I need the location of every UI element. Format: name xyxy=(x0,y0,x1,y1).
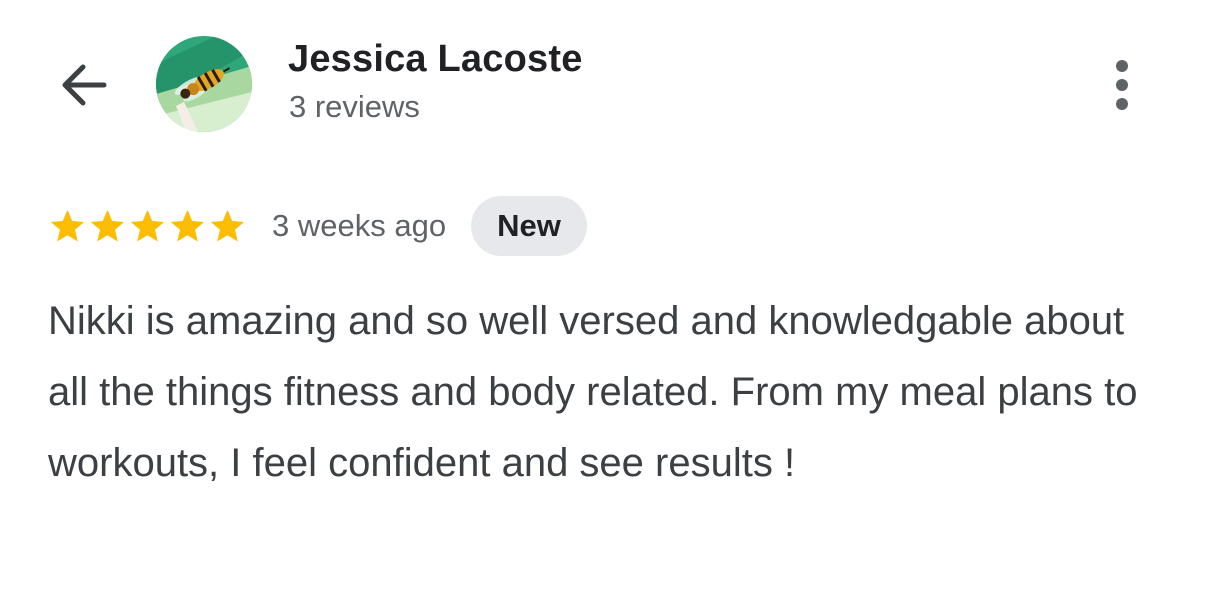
star-icon xyxy=(210,209,245,241)
star-rating xyxy=(48,207,247,246)
star-icon xyxy=(170,209,205,241)
review-time: 3 weeks ago xyxy=(272,208,447,243)
back-button[interactable] xyxy=(54,58,112,112)
avatar[interactable] xyxy=(156,36,252,132)
star-icon xyxy=(50,209,85,241)
star-icon xyxy=(90,209,125,241)
arrow-left-icon xyxy=(62,64,107,106)
more-vertical-icon xyxy=(1116,60,1128,72)
review-header: Jessica Lacoste 3 reviews xyxy=(0,0,1206,160)
more-options-button[interactable] xyxy=(1100,54,1144,116)
new-badge: New xyxy=(471,196,587,256)
more-vertical-icon-dot xyxy=(1116,79,1128,91)
reviewer-name[interactable]: Jessica Lacoste xyxy=(288,38,583,81)
star-icon xyxy=(130,209,165,241)
review-meta: 3 weeks ago New xyxy=(48,196,587,256)
wasp-avatar-icon xyxy=(156,36,252,132)
reviewer-review-count: 3 reviews xyxy=(289,89,420,124)
more-vertical-icon-dot xyxy=(1116,98,1128,110)
review-text: Nikki is amazing and so well versed and … xyxy=(48,299,1138,485)
